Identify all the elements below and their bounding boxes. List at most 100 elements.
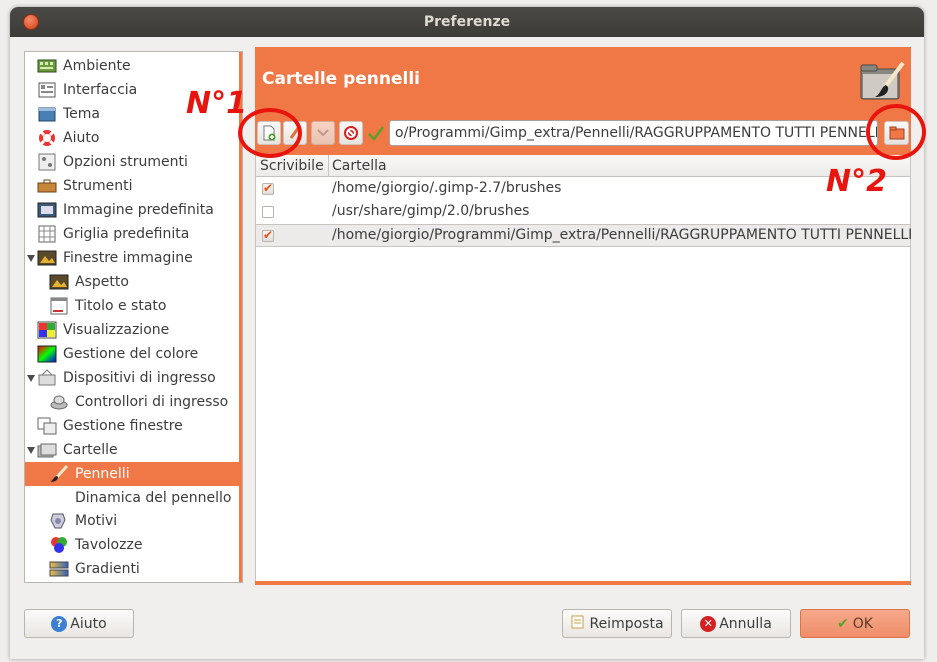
sidebar-item-titolo-e-stato[interactable]: Titolo e stato: [25, 294, 242, 318]
sidebar-item-label: Dispositivi di ingresso: [63, 370, 216, 386]
folder-path-cell: /usr/share/gimp/2.0/brushes: [332, 203, 530, 219]
sidebar-item-label: Interfaccia: [63, 82, 138, 98]
check-icon: ✔: [837, 615, 849, 632]
panel-title: Cartelle pennelli: [262, 69, 421, 89]
sidebar-item-label: Aiuto: [63, 130, 100, 146]
sidebar-item-label: Dinamica del pennello: [75, 490, 232, 506]
table-row-selected[interactable]: /home/giorgio/Programmi/Gimp_extra/Penne…: [256, 224, 913, 247]
sidebar-item-label: Ambiente: [63, 58, 131, 74]
preferences-dialog: Preferenze Ambiente Interfaccia Tema Aiu…: [10, 7, 924, 659]
cancel-icon: ✕: [700, 615, 717, 632]
folders-table[interactable]: Scrivibile Cartella /home/giorgio/.gimp-…: [255, 155, 913, 583]
sidebar-item-label: Controllori di ingresso: [75, 394, 229, 410]
window-management-icon: [37, 417, 57, 435]
sidebar-item-aiuto[interactable]: Aiuto: [25, 126, 242, 150]
writable-checkbox[interactable]: [262, 206, 274, 218]
appearance-icon: [49, 273, 69, 291]
writable-checkbox[interactable]: [262, 181, 274, 195]
confirm-path-icon[interactable]: [367, 124, 385, 146]
writable-checkbox[interactable]: [262, 228, 274, 242]
table-row[interactable]: /home/giorgio/.gimp-2.7/brushes: [256, 178, 910, 201]
input-controllers-icon: [49, 393, 69, 411]
window-title: Preferenze: [423, 14, 511, 30]
image-windows-icon: [37, 249, 57, 267]
cancel-button-label: Annulla: [719, 615, 772, 632]
annotation-label-2: N°2: [826, 164, 887, 199]
sidebar-item-visualizzazione[interactable]: Visualizzazione: [25, 318, 242, 342]
annotation-circle-2: [866, 104, 926, 160]
help-icon: ?: [51, 615, 68, 632]
sidebar-item-cartelle[interactable]: Cartelle: [25, 438, 242, 462]
sidebar-item-label: Tema: [63, 106, 101, 122]
brush-dynamics-icon: [49, 489, 69, 507]
folder-path-cell: /home/giorgio/Programmi/Gimp_extra/Penne…: [332, 227, 913, 243]
sidebar-item-label: Gradienti: [75, 561, 140, 577]
interfaccia-icon: [37, 81, 57, 99]
delete-folder-button[interactable]: [339, 121, 363, 145]
sidebar-item-gestione-colore[interactable]: Gestione del colore: [25, 342, 242, 366]
expander-arrow-icon[interactable]: [27, 375, 35, 382]
title-status-icon: [49, 297, 69, 315]
sidebar-item-motivi[interactable]: Motivi: [25, 509, 242, 533]
sidebar-item-aspetto[interactable]: Aspetto: [25, 270, 242, 294]
palettes-icon: [49, 536, 69, 554]
help-button[interactable]: ? Aiuto: [24, 609, 134, 638]
ok-button[interactable]: ✔ OK: [800, 609, 910, 638]
folders-icon: [37, 441, 57, 459]
sidebar-item-gestione-finestre[interactable]: Gestione finestre: [25, 414, 242, 438]
panel-bottom-border: [255, 581, 911, 585]
sidebar-item-strumenti[interactable]: Strumenti: [25, 174, 242, 198]
column-header-writable[interactable]: Scrivibile: [260, 158, 324, 174]
move-down-button[interactable]: [311, 121, 335, 145]
sidebar-item-tavolozze[interactable]: Tavolozze: [25, 533, 242, 557]
sidebar-item-dinamica-pennello[interactable]: Dinamica del pennello: [25, 486, 242, 510]
reset-button[interactable]: Reimposta: [562, 609, 672, 638]
stop-icon: [344, 126, 358, 140]
sidebar-item-finestre-immagine[interactable]: Finestre immagine: [25, 246, 242, 270]
reset-button-label: Reimposta: [589, 615, 664, 632]
tool-options-icon: [37, 153, 57, 171]
sidebar-item-label: Opzioni strumenti: [63, 154, 188, 170]
sidebar-item-controllori-ingresso[interactable]: Controllori di ingresso: [25, 390, 242, 414]
column-divider: [328, 155, 329, 177]
sidebar-item-label: Finestre immagine: [63, 250, 193, 266]
ok-button-label: OK: [852, 615, 873, 632]
cancel-button[interactable]: ✕ Annulla: [681, 609, 791, 638]
sidebar-item-griglia-predefinita[interactable]: Griglia predefinita: [25, 222, 242, 246]
folder-toolbar: o/Programmi/Gimp_extra/Pennelli/RAGGRUPP…: [255, 107, 911, 155]
expander-arrow-icon[interactable]: [27, 255, 35, 262]
sidebar-item-label: Tavolozze: [75, 537, 143, 553]
sidebar-item-label: Immagine predefinita: [63, 202, 214, 218]
reset-icon: [570, 614, 586, 634]
gradients-icon: [49, 560, 69, 578]
folder-brush-icon: [859, 59, 905, 103]
preferences-category-tree[interactable]: Ambiente Interfaccia Tema Aiuto Opzioni …: [24, 51, 243, 583]
sidebar-item-label: Aspetto: [75, 274, 129, 290]
sidebar-item-label: Strumenti: [63, 178, 133, 194]
sidebar-item-gradienti[interactable]: Gradienti: [25, 557, 242, 581]
sidebar-item-label: Cartelle: [63, 442, 118, 458]
sidebar-item-label: Titolo e stato: [75, 298, 167, 314]
sidebar-item-label: Gestione del colore: [63, 346, 199, 362]
display-icon: [37, 321, 57, 339]
panel-header: Cartelle pennelli: [255, 47, 911, 107]
folder-path-input[interactable]: o/Programmi/Gimp_extra/Pennelli/RAGGRUPP…: [389, 120, 878, 146]
sidebar-item-pennelli[interactable]: Pennelli: [25, 462, 242, 486]
expander-arrow-icon[interactable]: [27, 447, 35, 454]
sidebar-item-ambiente[interactable]: Ambiente: [25, 54, 242, 78]
ambiente-icon: [37, 57, 57, 75]
sidebar-item-label: Visualizzazione: [63, 322, 170, 338]
sidebar-item-opzioni-strumenti[interactable]: Opzioni strumenti: [25, 150, 242, 174]
column-header-folder[interactable]: Cartella: [332, 158, 387, 174]
sidebar-item-dispositivi-ingresso[interactable]: Dispositivi di ingresso: [25, 366, 242, 390]
tools-icon: [37, 177, 57, 195]
sidebar-item-label: Gestione finestre: [63, 418, 183, 434]
input-devices-icon: [37, 369, 57, 387]
titlebar: Preferenze: [10, 7, 924, 37]
color-management-icon: [37, 345, 57, 363]
annotation-label-1: N°1: [186, 86, 247, 121]
folder-path-cell: /home/giorgio/.gimp-2.7/brushes: [332, 180, 562, 196]
table-row[interactable]: /usr/share/gimp/2.0/brushes: [256, 201, 910, 224]
sidebar-item-label: Motivi: [75, 513, 118, 529]
sidebar-item-immagine-predefinita[interactable]: Immagine predefinita: [25, 198, 242, 222]
